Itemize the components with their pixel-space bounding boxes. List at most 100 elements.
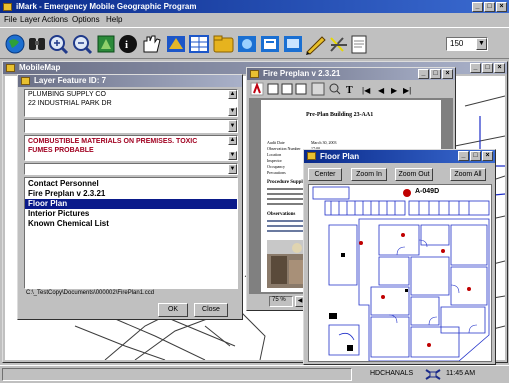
center-button[interactable]: Center — [308, 168, 342, 181]
zoom-in-icon[interactable] — [49, 35, 69, 55]
section-observations: Observations — [267, 212, 296, 217]
list-item-contact-personnel[interactable]: Contact Personnel — [25, 179, 237, 189]
status-bar: HDCHANALS 11:45 AM — [0, 365, 509, 383]
hand-icon[interactable] — [143, 35, 161, 53]
mobilemap-title: MobileMap — [19, 63, 61, 72]
svg-text:◀: ◀ — [378, 86, 385, 95]
scroll-down-icon[interactable]: ▼ — [228, 107, 237, 116]
menu-options[interactable]: Options — [72, 15, 100, 24]
layer-window-icon — [21, 77, 30, 85]
hand-tool-icon[interactable] — [311, 82, 325, 96]
minimize-icon[interactable]: _ — [470, 63, 481, 73]
print-icon[interactable] — [281, 83, 293, 95]
chevron-down-icon[interactable]: ▼ — [476, 38, 487, 50]
first-page-icon[interactable]: |◀ — [362, 86, 371, 95]
hazard-notes-field[interactable]: COMBUSTIBLE MATERIALS ON PREMISES. TOXIC… — [24, 135, 238, 161]
floor-plan-window-icon — [307, 152, 316, 160]
erase-icon[interactable] — [330, 37, 347, 52]
prev-page-icon[interactable]: ◀ — [378, 86, 385, 95]
document-list[interactable]: Contact Personnel Fire Preplan v 2.3.21 … — [24, 177, 238, 289]
address-line-1: PLUMBING SUPPLY CO — [28, 91, 106, 98]
scale-combo[interactable]: 150 ▼ — [446, 37, 488, 51]
blank-field-1[interactable]: ▼ — [24, 119, 238, 133]
info-icon[interactable]: i — [119, 35, 137, 53]
preplan-doc-title: Pre-Plan Building 23-AA1 — [306, 112, 374, 118]
zoom-out-button[interactable]: Zoom Out — [395, 168, 433, 181]
minimize-icon[interactable]: _ — [472, 2, 483, 12]
minimize-icon[interactable]: _ — [458, 151, 469, 161]
close-button[interactable]: Close — [194, 303, 228, 317]
minimize-icon[interactable]: _ — [418, 69, 429, 79]
scale-value: 150 — [450, 39, 464, 48]
scroll-up-icon[interactable]: ▲ — [228, 90, 237, 99]
menu-help[interactable]: Help — [106, 15, 122, 24]
display-icon[interactable] — [284, 36, 302, 52]
menu-file[interactable]: File — [4, 15, 17, 24]
acrobat-icon[interactable] — [250, 82, 264, 96]
svg-text:i: i — [125, 39, 128, 51]
app-window-buttons: _ □ × — [472, 2, 507, 12]
menu-layer-actions[interactable]: Layer Actions — [20, 15, 68, 24]
binoculars-icon-2[interactable] — [29, 38, 45, 50]
pencil-icon[interactable] — [306, 36, 326, 55]
list-item-interior-pictures[interactable]: Interior Pictures — [25, 209, 237, 219]
chevron-down-icon[interactable]: ▼ — [228, 120, 237, 132]
scroll-down-icon[interactable]: ▼ — [228, 151, 237, 160]
plan-id-label: A-049D — [415, 188, 440, 195]
page-icon[interactable] — [295, 83, 307, 95]
toolbar: i 150 ▼ — [0, 27, 509, 59]
preplan-titlebar: Fire Preplan v 2.3.21 _ □ × — [247, 68, 455, 80]
preplan-toolbar: T |◀ ◀ ▶ ▶| — [250, 82, 411, 96]
preplan-title: Fire Preplan v 2.3.21 — [263, 69, 341, 78]
last-page-icon[interactable]: ▶| — [403, 86, 411, 95]
text-select-icon[interactable]: T — [346, 85, 353, 96]
preplan-window-icon — [250, 70, 259, 78]
preplan-zoom-value: 75 % — [272, 297, 286, 303]
list-item-fire-preplan[interactable]: Fire Preplan v 2.3.21 — [25, 189, 237, 199]
status-time: 11:45 AM — [446, 370, 476, 377]
floor-plan-window-buttons: _ □ × — [458, 151, 493, 161]
close-icon[interactable]: × — [482, 151, 493, 161]
pan-icon[interactable] — [97, 35, 115, 53]
svg-text:▶|: ▶| — [403, 86, 411, 95]
mobilemap-window-buttons: _ □ × — [470, 63, 505, 73]
save-icon[interactable] — [267, 83, 279, 95]
floor-plan-drawing — [312, 186, 490, 361]
close-icon[interactable]: × — [494, 63, 505, 73]
maximize-icon[interactable]: □ — [484, 2, 495, 12]
text-line — [267, 230, 303, 232]
next-page-icon[interactable]: ▶ — [391, 86, 398, 95]
layers-icon[interactable] — [167, 36, 185, 52]
blank-field-2[interactable]: ▼ — [24, 163, 238, 175]
preplan-zoom-field[interactable]: 75 % — [269, 296, 293, 307]
status-panel-main — [2, 368, 352, 381]
map-icon[interactable] — [238, 36, 256, 52]
app-window: iMark - Emergency Mobile Geographic Prog… — [0, 0, 509, 383]
address-field[interactable]: PLUMBING SUPPLY CO 22 INDUSTRIAL PARK DR… — [24, 89, 238, 117]
maximize-icon[interactable]: □ — [470, 151, 481, 161]
maximize-icon[interactable]: □ — [430, 69, 441, 79]
zoom-all-button[interactable]: Zoom All — [450, 168, 486, 181]
scroll-up-icon[interactable]: ▲ — [228, 136, 237, 145]
binoculars-icon[interactable] — [5, 34, 25, 54]
folder-icon[interactable] — [213, 35, 234, 53]
close-icon[interactable]: × — [442, 69, 453, 79]
floor-plan-canvas[interactable]: A-049D — [308, 184, 492, 362]
zoom-in-button[interactable]: Zoom In — [351, 168, 387, 181]
list-item-floor-plan[interactable]: Floor Plan — [25, 199, 237, 209]
app-title: iMark - Emergency Mobile Geographic Prog… — [16, 2, 197, 11]
zoom-out-icon[interactable] — [73, 35, 93, 55]
status-user: HDCHANALS — [370, 370, 414, 377]
layer-feature-titlebar: Layer Feature ID: 7 — [18, 75, 242, 87]
table-icon[interactable] — [189, 35, 209, 53]
map-icon-2[interactable] — [261, 36, 279, 52]
list-item-known-chemical-list[interactable]: Known Chemical List — [25, 219, 237, 229]
field-label: Precautions — [267, 170, 286, 175]
chevron-down-icon[interactable]: ▼ — [228, 164, 237, 174]
maximize-icon[interactable]: □ — [482, 63, 493, 73]
ok-button[interactable]: OK — [158, 303, 188, 317]
document-icon[interactable] — [351, 35, 367, 54]
preplan-fields: Audit Date Observation Number Location I… — [267, 140, 301, 176]
zoom-tool-icon[interactable] — [329, 83, 341, 95]
close-icon[interactable]: × — [496, 2, 507, 12]
